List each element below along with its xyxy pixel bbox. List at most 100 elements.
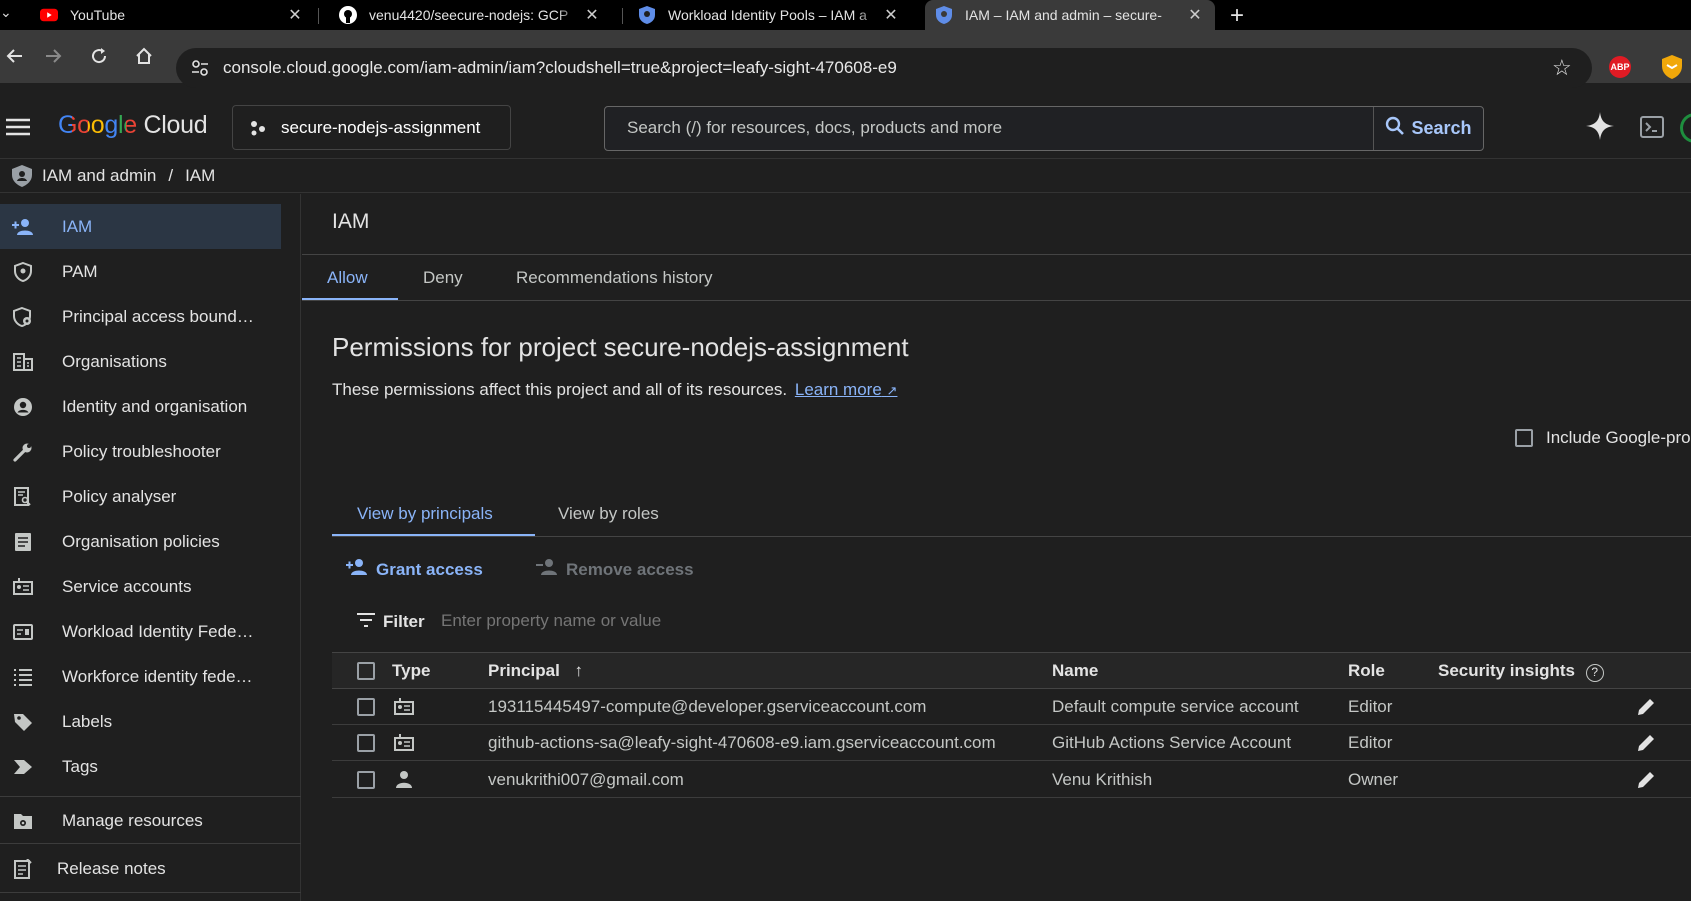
tab-view-by-principals[interactable]: View by principals: [357, 504, 493, 524]
search-input[interactable]: [627, 118, 1327, 138]
gemini-sparkle-icon[interactable]: [1586, 112, 1614, 140]
sidebar-item-release-notes[interactable]: Release notes: [0, 846, 281, 891]
document-list-icon: [12, 531, 34, 553]
sidebar-item-label: Manage resources: [62, 810, 203, 830]
help-icon[interactable]: ?: [1585, 664, 1604, 682]
sidebar-item-label: Labels: [62, 711, 113, 731]
sidebar-item-principal-access-boundary[interactable]: Principal access bound…: [0, 294, 281, 339]
title-divider: [302, 254, 1691, 255]
role-cell: Owner: [1348, 770, 1399, 789]
tab-allow[interactable]: Allow: [327, 268, 368, 288]
learn-more-link[interactable]: Learn more ↗: [795, 380, 898, 399]
sidebar-item-manage-resources[interactable]: Manage resources: [0, 798, 281, 843]
grant-access-button[interactable]: Grant access: [346, 558, 483, 581]
browser-tab-iam[interactable]: IAM – IAM and admin – secure- ✕: [925, 0, 1215, 30]
sidebar-item-labels[interactable]: Labels: [0, 699, 281, 744]
breadcrumb-section[interactable]: IAM and admin: [42, 166, 156, 186]
table-row[interactable]: venukrithi007@gmail.com Venu Krithish Ow…: [332, 761, 1691, 798]
sidebar-item-pam[interactable]: PAM: [0, 249, 281, 294]
tab-deny[interactable]: Deny: [423, 268, 463, 288]
search-icon: [1385, 116, 1405, 141]
sidebar-item-organisation-policies[interactable]: Organisation policies: [0, 519, 281, 564]
sidebar-item-workload-identity-federation[interactable]: Workload Identity Fede…: [0, 609, 281, 654]
remove-access-button[interactable]: Remove access: [536, 558, 694, 581]
filter-input[interactable]: [441, 611, 1141, 631]
person-remove-icon: [536, 558, 558, 581]
select-all-checkbox[interactable]: [357, 662, 375, 680]
column-header-type: Type: [392, 661, 431, 680]
site-settings-icon[interactable]: [190, 58, 210, 78]
url-text: console.cloud.google.com/iam-admin/iam?c…: [223, 58, 897, 77]
close-tab-icon[interactable]: ✕: [1185, 5, 1205, 25]
reload-icon[interactable]: [85, 42, 113, 70]
close-tab-icon[interactable]: ✕: [582, 5, 602, 25]
role-cell: Editor: [1348, 733, 1393, 752]
sidebar-item-iam[interactable]: IAM: [0, 204, 281, 249]
sidebar-item-tags[interactable]: Tags: [0, 744, 281, 789]
browser-tab-github[interactable]: venu4420/seecure-nodejs: GCP ✕: [329, 0, 612, 30]
back-arrow-icon[interactable]: [0, 42, 28, 70]
remove-access-label: Remove access: [566, 559, 694, 579]
tab-recommendations-history[interactable]: Recommendations history: [516, 268, 713, 288]
project-picker[interactable]: secure-nodejs-assignment: [232, 105, 511, 150]
name-cell: Default compute service account: [1052, 697, 1299, 716]
sidebar-item-label: Organisation policies: [62, 531, 220, 551]
search-button-label: Search: [1411, 118, 1472, 138]
browser-tab-title: IAM – IAM and admin – secure-: [965, 7, 1162, 23]
tabs-divider: [302, 300, 1691, 301]
edit-pencil-icon[interactable]: [1636, 770, 1656, 793]
sidebar-item-workforce-identity-federation[interactable]: Workforce identity fede…: [0, 654, 281, 699]
google-cloud-logo[interactable]: Google Cloud: [58, 111, 208, 140]
column-header-principal[interactable]: Principal ↑: [488, 661, 583, 681]
row-checkbox[interactable]: [357, 771, 375, 789]
home-icon[interactable]: [130, 42, 158, 70]
sidebar-item-label: Organisations: [62, 351, 167, 371]
column-header-security-insights: Security insights ?: [1438, 661, 1604, 682]
browser-tab-title: YouTube: [70, 7, 126, 23]
sidebar-item-service-accounts[interactable]: Service accounts: [0, 564, 281, 609]
row-checkbox[interactable]: [357, 698, 375, 716]
search-bar: Search: [604, 106, 1484, 151]
sidebar-item-label: PAM: [62, 261, 98, 281]
sidebar-item-policy-analyser[interactable]: Policy analyser: [0, 474, 281, 519]
hamburger-menu-icon[interactable]: [6, 118, 30, 136]
shield-extension-icon[interactable]: [1662, 55, 1682, 79]
edit-pencil-icon[interactable]: [1636, 733, 1656, 756]
page-title: IAM: [332, 210, 370, 233]
browser-tab-youtube[interactable]: YouTube ✕: [30, 0, 315, 30]
forward-arrow-icon[interactable]: [40, 42, 68, 70]
folder-gear-icon: [12, 810, 34, 832]
tab-search-chevron-icon[interactable]: ⌄: [0, 4, 18, 26]
name-cell: Venu Krithish: [1052, 770, 1153, 789]
table-row[interactable]: github-actions-sa@leafy-sight-470608-e9.…: [332, 725, 1691, 761]
main-content: IAM Allow Deny Recommendations history P…: [302, 194, 1691, 901]
sidebar-item-label: Policy analyser: [62, 486, 177, 506]
close-tab-icon[interactable]: ✕: [285, 5, 305, 25]
browser-tab-workload-identity[interactable]: Workload Identity Pools – IAM a ✕: [628, 0, 911, 30]
filter-icon: [357, 612, 375, 632]
tab-view-by-roles[interactable]: View by roles: [558, 504, 659, 524]
search-button[interactable]: Search: [1373, 107, 1483, 150]
close-tab-icon[interactable]: ✕: [881, 5, 901, 25]
sidebar-item-identity-and-organisation[interactable]: Identity and organisation: [0, 384, 281, 429]
cloud-shell-terminal-icon[interactable]: [1640, 116, 1664, 138]
sort-ascending-icon: ↑: [574, 661, 584, 680]
column-header-name: Name: [1052, 661, 1099, 680]
filter-button[interactable]: Filter: [357, 612, 425, 632]
new-tab-plus-icon[interactable]: +: [1230, 2, 1244, 30]
adblock-extension-icon[interactable]: ABP: [1609, 56, 1631, 78]
table-row[interactable]: 193115445497-compute@developer.gservicea…: [332, 689, 1691, 725]
browser-tab-title: venu4420/seecure-nodejs: GCP: [369, 7, 569, 23]
shield-gear-icon: [12, 306, 34, 328]
label-icon: [12, 711, 34, 733]
description-text: These permissions affect this project an…: [332, 380, 788, 399]
sidebar-item-policy-troubleshooter[interactable]: Policy troubleshooter: [0, 429, 281, 474]
filter-label: Filter: [383, 612, 425, 631]
include-google-checkbox[interactable]: [1515, 429, 1533, 447]
bookmark-star-icon[interactable]: ☆: [1552, 55, 1572, 81]
row-checkbox[interactable]: [357, 734, 375, 752]
breadcrumb-page: IAM: [185, 166, 216, 185]
principal-cell: 193115445497-compute@developer.gservicea…: [488, 697, 927, 716]
edit-pencil-icon[interactable]: [1636, 697, 1656, 720]
sidebar-item-organisations[interactable]: Organisations: [0, 339, 281, 384]
